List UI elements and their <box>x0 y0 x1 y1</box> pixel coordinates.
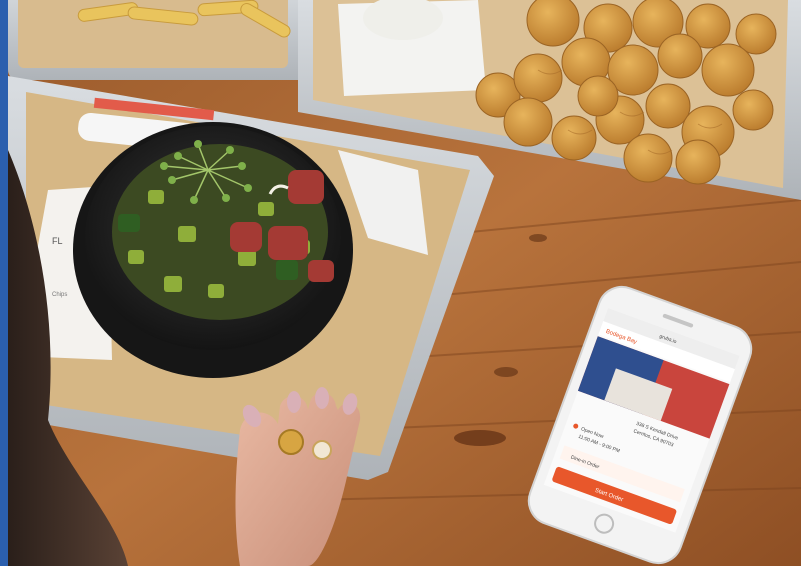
wood-knot <box>529 234 547 242</box>
ring <box>312 440 332 460</box>
menu-card-text: FL <box>52 236 63 246</box>
wood-knot <box>494 367 518 377</box>
photo-scene: FL Chips grubs.io Bodega Bay 338 S Kenda… <box>0 0 801 566</box>
menu-card-text: Chips <box>52 292 67 298</box>
ring <box>278 429 304 455</box>
fries-tray <box>8 0 308 80</box>
food-table-photo: FL Chips grubs.io Bodega Bay 338 S Kenda… <box>8 0 801 566</box>
accent-bar <box>0 0 8 566</box>
wood-knot <box>454 430 506 446</box>
poke-bowl <box>73 122 353 378</box>
